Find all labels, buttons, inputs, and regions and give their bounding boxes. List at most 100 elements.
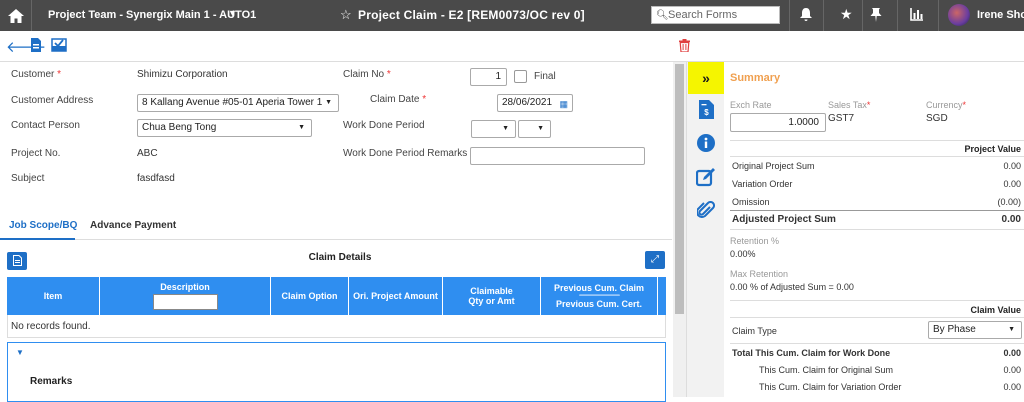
no-records-message: No records found.: [7, 315, 666, 338]
work-done-period-label: Work Done Period: [343, 120, 425, 131]
star-outline-icon[interactable]: ☆: [340, 7, 352, 23]
search-input[interactable]: 🔍︎ Search Forms: [651, 6, 780, 24]
caret-down-icon: ▼: [298, 124, 305, 131]
divider: [862, 0, 863, 31]
pdf-button[interactable]: [7, 252, 27, 270]
omission-label: Omission: [732, 197, 770, 207]
expand-button[interactable]: ⤢: [645, 251, 665, 269]
active-tab-indicator: [0, 238, 75, 240]
original-project-sum-label: Original Project Sum: [732, 161, 815, 171]
trash-icon[interactable]: [679, 39, 690, 55]
remarks-panel: ▼ Remarks: [7, 342, 666, 402]
divider: [730, 210, 1024, 211]
invoice-dollar-icon[interactable]: $: [694, 100, 718, 124]
customer-address-select[interactable]: 8 Kallang Avenue #05-01 Aperia Tower 1 ▼: [137, 94, 339, 112]
cum-claim-variation-value: 0.00: [1003, 382, 1021, 392]
column-header-ori-project-amount[interactable]: Ori. Project Amount: [349, 277, 443, 315]
calendar-icon[interactable]: ▦: [559, 96, 568, 112]
contact-person-select[interactable]: Chua Beng Tong ▼: [137, 119, 312, 137]
exch-rate-label: Exch Rate: [730, 100, 772, 110]
contact-person-label: Contact Person: [11, 120, 80, 131]
final-checkbox[interactable]: [514, 70, 527, 83]
caret-down-icon: ▼: [1008, 326, 1015, 333]
home-icon: [7, 8, 24, 23]
divider: [938, 0, 939, 31]
divider: [31, 0, 32, 31]
tab-job-scope[interactable]: Job Scope/BQ: [9, 220, 77, 231]
customer-address-label: Customer Address: [11, 95, 94, 106]
customer-label: Customer *: [11, 69, 62, 80]
cum-claim-original-value: 0.00: [1003, 365, 1021, 375]
currency-label: Currency*: [926, 100, 967, 110]
project-no-value: ABC: [137, 148, 158, 159]
max-retention-label: Max Retention: [730, 269, 789, 279]
exch-rate-input[interactable]: 1.0000: [730, 113, 826, 132]
claim-no-input[interactable]: 1: [470, 68, 507, 86]
chevron-down-icon[interactable]: ▼: [228, 8, 237, 18]
bell-icon[interactable]: [799, 7, 813, 25]
work-done-period-from-select[interactable]: ▼: [471, 120, 516, 138]
adjusted-project-sum-label: Adjusted Project Sum: [732, 214, 836, 225]
variation-order-value: 0.00: [1003, 179, 1021, 189]
pdf-export-icon[interactable]: [30, 38, 42, 55]
currency-value: SGD: [926, 113, 948, 124]
adjusted-project-sum-row: Adjusted Project Sum 0.00: [732, 214, 1021, 225]
subject-label: Subject: [11, 173, 45, 184]
claim-no-label: Claim No *: [343, 69, 391, 80]
tab-advance-payment[interactable]: Advance Payment: [90, 220, 176, 231]
divider: [730, 317, 1024, 318]
work-done-period-to-select[interactable]: ▼: [518, 120, 551, 138]
sales-tax-label: Sales Tax*: [828, 100, 871, 110]
search-icon: 🔍︎: [656, 10, 669, 21]
cum-claim-variation-label: This Cum. Claim for Variation Order: [759, 382, 902, 392]
column-header-item[interactable]: Item: [7, 277, 100, 315]
divider: [730, 343, 1024, 344]
user-name[interactable]: Irene Short: [977, 9, 1024, 21]
claim-date-value: 28/06/2021: [502, 97, 553, 108]
star-icon[interactable]: ★: [840, 6, 853, 23]
expand-icon: ⤢: [651, 254, 659, 265]
project-no-label: Project No.: [11, 148, 61, 159]
work-done-period-remarks-input[interactable]: [470, 147, 645, 165]
caret-down-icon[interactable]: ▼: [16, 348, 24, 357]
subject-value: fasdfasd: [137, 173, 175, 184]
claim-date-input[interactable]: 28/06/2021 ▦: [497, 94, 573, 112]
column-header-previous-cum[interactable]: Previous Cum. Claim --------------------…: [541, 277, 658, 315]
cum-claim-variation-row: This Cum. Claim for Variation Order 0.00: [732, 382, 1021, 392]
divider: [823, 0, 824, 31]
caret-down-icon: ▼: [325, 99, 332, 106]
max-retention-value: 0.00 % of Adjusted Sum = 0.00: [730, 282, 854, 292]
info-icon[interactable]: [694, 134, 718, 157]
chart-icon[interactable]: [910, 7, 924, 24]
column-header-claim-option[interactable]: Claim Option: [271, 277, 349, 315]
scrollbar-thumb[interactable]: [675, 64, 684, 314]
column-header-claimable[interactable]: Claimable Qty or Amt: [443, 277, 541, 315]
edit-icon[interactable]: [694, 167, 718, 192]
pin-icon[interactable]: [870, 7, 882, 25]
divider: [730, 140, 1024, 141]
sales-tax-value: GST7: [828, 113, 855, 124]
column-header-description[interactable]: Description: [100, 277, 271, 315]
top-bar: Project Team - Synergix Main 1 - AUTO1 ▼…: [0, 0, 1024, 31]
home-button[interactable]: [0, 0, 31, 31]
paperclip-icon[interactable]: [694, 200, 718, 226]
avatar[interactable]: [948, 4, 970, 26]
project-value-heading: Project Value: [964, 144, 1021, 154]
project-selector[interactable]: Project Team - Synergix Main 1 - AUTO1: [48, 9, 256, 21]
remarks-label: Remarks: [30, 376, 73, 387]
claim-type-select[interactable]: By Phase ▼: [928, 321, 1022, 339]
divider: [789, 0, 790, 31]
caret-down-icon: ▼: [537, 125, 544, 132]
claim-details-table-header: Item Description Claim Option Ori. Proje…: [7, 277, 666, 315]
claim-type-value: By Phase: [933, 324, 976, 335]
action-toolbar: 🡐: [0, 31, 1024, 62]
original-project-sum-value: 0.00: [1003, 161, 1021, 171]
total-cum-claim-value: 0.00: [1003, 348, 1021, 358]
summary-title: Summary: [730, 72, 781, 84]
collapse-panel-button[interactable]: »: [688, 62, 724, 94]
inbox-check-icon[interactable]: [51, 38, 67, 55]
variation-order-label: Variation Order: [732, 179, 793, 189]
description-filter-input[interactable]: [152, 294, 218, 310]
retention-label: Retention %: [730, 236, 780, 246]
original-project-sum-row: Original Project Sum 0.00: [732, 161, 1021, 171]
